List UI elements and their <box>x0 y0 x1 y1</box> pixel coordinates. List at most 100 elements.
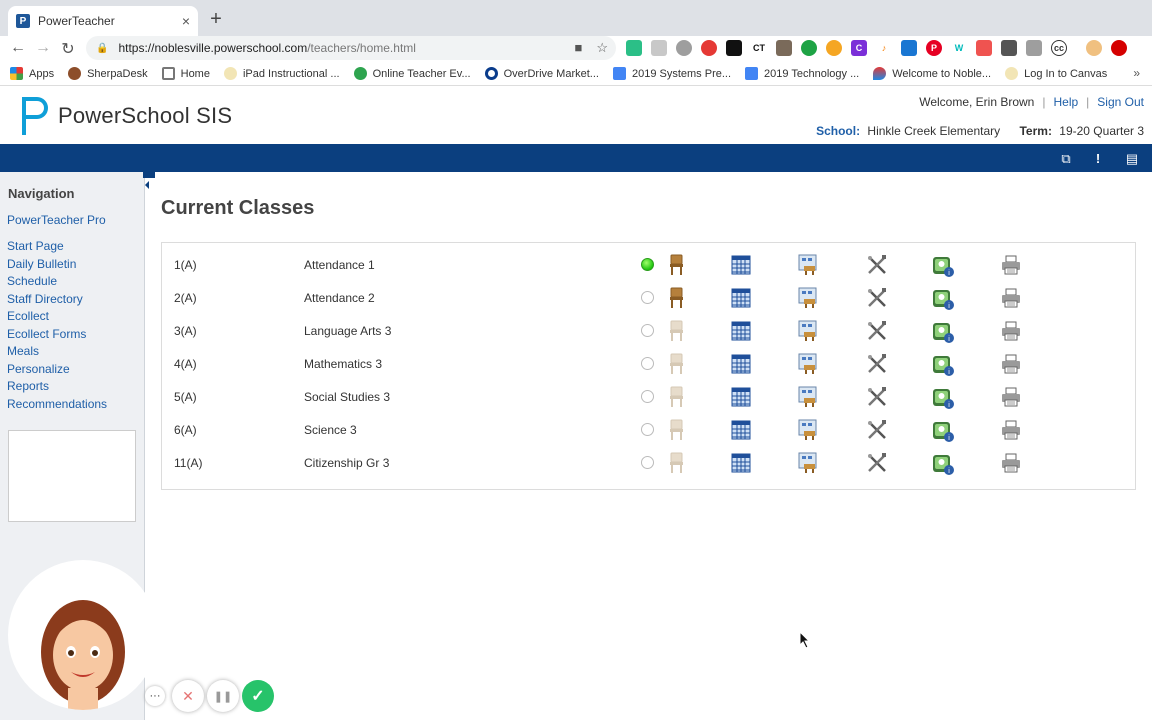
seating-chart-icon[interactable] <box>797 452 819 474</box>
gradebook-grid-icon[interactable] <box>730 386 752 408</box>
pause-recording-button[interactable]: ❚❚ <box>207 680 239 712</box>
extension-icon[interactable] <box>826 40 842 56</box>
finish-recording-button[interactable]: ✓ <box>242 680 274 712</box>
class-name[interactable]: Science 3 <box>304 423 357 437</box>
seating-chart-icon[interactable] <box>797 353 819 375</box>
chair-disabled-icon[interactable] <box>665 320 687 342</box>
gradebook-grid-icon[interactable] <box>730 287 752 309</box>
school-name[interactable]: Hinkle Creek Elementary <box>867 124 1000 138</box>
forward-arrow-icon[interactable]: → <box>33 39 53 57</box>
print-icon[interactable] <box>1000 452 1022 474</box>
class-name[interactable]: Attendance 2 <box>304 291 375 305</box>
cancel-recording-button[interactable]: ✕ <box>172 680 204 712</box>
camera-icon[interactable]: ■ <box>574 40 582 56</box>
extension-icon[interactable]: CT <box>751 40 767 56</box>
external-link-icon[interactable]: ⧉ <box>1058 151 1074 167</box>
seating-chart-icon[interactable] <box>797 320 819 342</box>
powerschool-logo[interactable]: PowerSchool SIS <box>20 97 232 135</box>
seating-chart-icon[interactable] <box>797 386 819 408</box>
sidebar-item-reports[interactable]: Reports <box>7 379 49 393</box>
help-link[interactable]: Help <box>1053 95 1078 109</box>
extension-icon[interactable]: ♪ <box>876 40 892 56</box>
extension-icon[interactable] <box>701 40 717 56</box>
bookmark-item[interactable]: Home <box>161 67 210 80</box>
gradebook-grid-icon[interactable] <box>730 419 752 441</box>
seating-chart-icon[interactable] <box>797 419 819 441</box>
print-icon[interactable]: ▤ <box>1124 151 1140 167</box>
student-info-icon[interactable]: i <box>931 353 954 376</box>
student-info-icon[interactable]: i <box>931 254 954 277</box>
alert-icon[interactable]: ! <box>1090 151 1106 166</box>
print-icon[interactable] <box>1000 353 1022 375</box>
more-options-button[interactable]: ··· <box>145 686 165 706</box>
tools-icon[interactable] <box>866 287 888 309</box>
extension-icon[interactable] <box>1001 40 1017 56</box>
extension-icon[interactable] <box>726 40 742 56</box>
extension-icon[interactable] <box>801 40 817 56</box>
reload-icon[interactable]: ↻ <box>58 39 78 59</box>
term-value[interactable]: 19-20 Quarter 3 <box>1059 124 1144 138</box>
print-icon[interactable] <box>1000 320 1022 342</box>
extension-icon[interactable] <box>626 40 642 56</box>
sidebar-item-meals[interactable]: Meals <box>7 344 39 358</box>
sign-out-link[interactable]: Sign Out <box>1097 95 1144 109</box>
extension-icon[interactable]: cc <box>1051 40 1067 56</box>
sidebar-item-recommendations[interactable]: Recommendations <box>7 397 107 411</box>
seating-chart-icon[interactable] <box>797 254 819 276</box>
screenshot-icon[interactable] <box>1026 40 1042 56</box>
chair-disabled-icon[interactable] <box>665 353 687 375</box>
bookmark-item[interactable]: OverDrive Market... <box>484 67 599 80</box>
gradebook-grid-icon[interactable] <box>730 353 752 375</box>
bookmark-star-icon[interactable]: ☆ <box>596 40 608 56</box>
tools-icon[interactable] <box>866 419 888 441</box>
extension-icon[interactable] <box>901 40 917 56</box>
gradebook-grid-icon[interactable] <box>730 320 752 342</box>
print-icon[interactable] <box>1000 386 1022 408</box>
sidebar-item-schedule[interactable]: Schedule <box>7 274 57 288</box>
student-info-icon[interactable]: i <box>931 419 954 442</box>
tools-icon[interactable] <box>866 386 888 408</box>
extension-icon[interactable] <box>651 40 667 56</box>
student-info-icon[interactable]: i <box>931 320 954 343</box>
tab-close-icon[interactable]: × <box>182 13 190 29</box>
extension-icon[interactable] <box>976 40 992 56</box>
pinterest-icon[interactable]: P <box>926 40 942 56</box>
chair-disabled-icon[interactable] <box>665 419 687 441</box>
student-info-icon[interactable]: i <box>931 287 954 310</box>
print-icon[interactable] <box>1000 287 1022 309</box>
seating-chart-icon[interactable] <box>797 287 819 309</box>
print-icon[interactable] <box>1000 419 1022 441</box>
bookmark-item[interactable]: 2019 Systems Pre... <box>612 67 731 80</box>
chair-disabled-icon[interactable] <box>665 386 687 408</box>
gradebook-grid-icon[interactable] <box>730 452 752 474</box>
tools-icon[interactable] <box>866 320 888 342</box>
sidebar-item-daily-bulletin[interactable]: Daily Bulletin <box>7 257 76 271</box>
chair-disabled-icon[interactable] <box>665 452 687 474</box>
tools-icon[interactable] <box>866 353 888 375</box>
chair-icon[interactable] <box>665 254 687 276</box>
bookmark-item[interactable]: Log In to Canvas <box>1005 67 1107 80</box>
bookmark-apps[interactable]: Apps <box>10 67 54 80</box>
browser-tab[interactable]: P PowerTeacher × <box>8 6 198 36</box>
class-name[interactable]: Attendance 1 <box>304 258 375 272</box>
class-name[interactable]: Citizenship Gr 3 <box>304 456 389 470</box>
class-name[interactable]: Mathematics 3 <box>304 357 382 371</box>
tools-icon[interactable] <box>866 254 888 276</box>
bookmark-item[interactable]: iPad Instructional ... <box>223 67 340 80</box>
sidebar-item-ecollect[interactable]: Ecollect <box>7 309 49 323</box>
bookmark-item[interactable]: 2019 Technology ... <box>745 67 859 80</box>
back-arrow-icon[interactable]: ← <box>8 39 28 57</box>
powerteacher-pro-link[interactable]: PowerTeacher Pro <box>7 213 106 227</box>
gradebook-grid-icon[interactable] <box>730 254 752 276</box>
bookmark-item[interactable]: Welcome to Noble... <box>873 67 991 80</box>
sidebar-item-staff-directory[interactable]: Staff Directory <box>7 292 83 306</box>
new-tab-button[interactable]: + <box>205 8 227 31</box>
chair-icon[interactable] <box>665 287 687 309</box>
bookmark-item[interactable]: SherpaDesk <box>68 67 148 80</box>
student-info-icon[interactable]: i <box>931 386 954 409</box>
bookmark-item[interactable]: Online Teacher Ev... <box>353 67 471 80</box>
class-name[interactable]: Language Arts 3 <box>304 324 391 338</box>
student-info-icon[interactable]: i <box>931 452 954 475</box>
profile-avatar-icon[interactable] <box>1086 40 1102 56</box>
class-name[interactable]: Social Studies 3 <box>304 390 390 404</box>
